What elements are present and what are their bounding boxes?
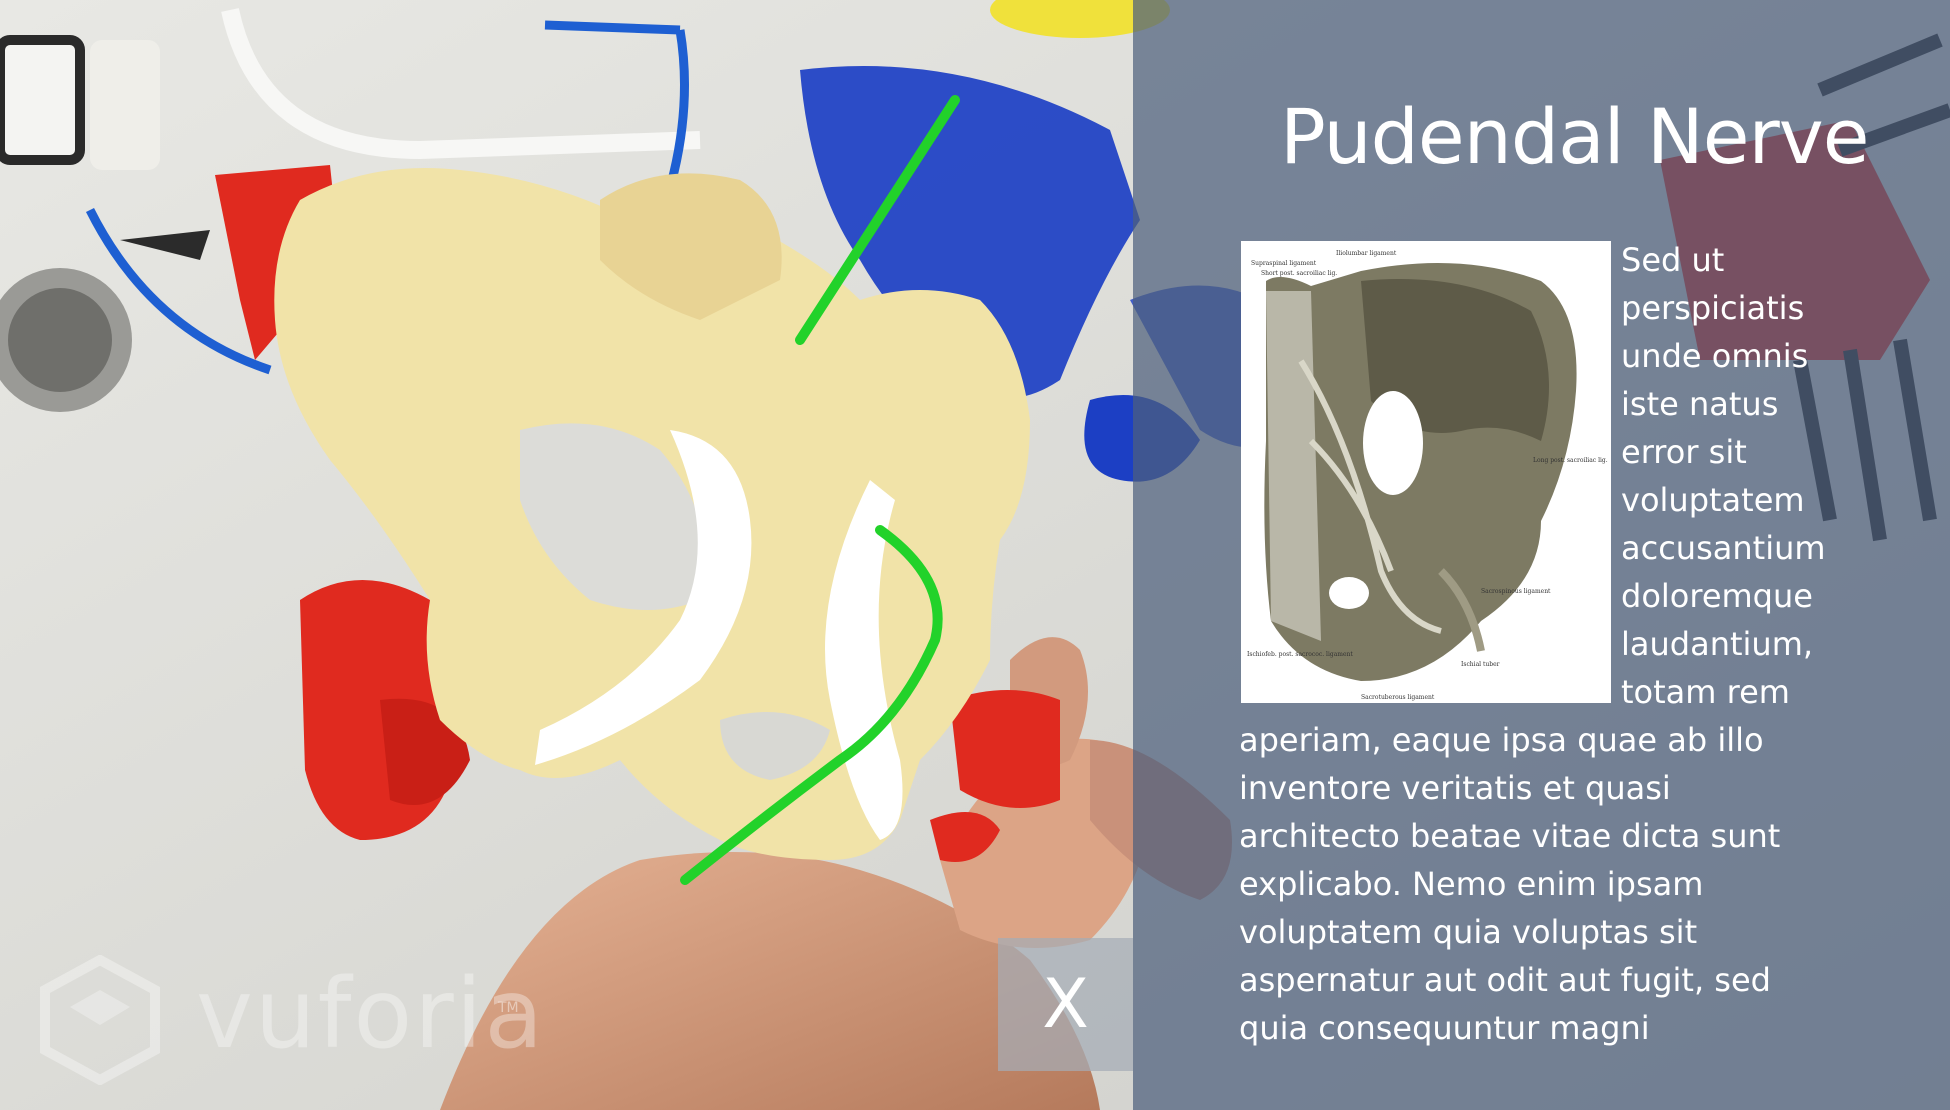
figure-float-spacer <box>1239 236 1621 698</box>
panel-body: Sed ut perspiciatis unde omnis iste natu… <box>1239 236 1839 1052</box>
panel-title: Pudendal Nerve <box>1280 92 1870 181</box>
vuforia-trademark: TM <box>498 1000 519 1016</box>
close-button[interactable]: X <box>998 938 1133 1071</box>
vuforia-wordmark: vuforia <box>196 958 546 1070</box>
close-button-label: X <box>1042 964 1089 1044</box>
